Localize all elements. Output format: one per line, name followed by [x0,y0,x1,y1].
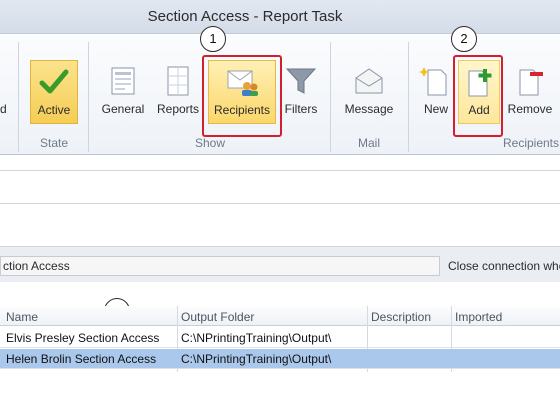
grid-header: Name Output Folder Description Imported [0,306,560,326]
filters-button[interactable]: Filters [280,60,322,124]
general-button[interactable]: General [98,60,148,124]
group-separator [408,42,409,152]
envelope-icon [355,68,383,94]
cell-output-folder: C:\NPrintingTraining\Output\ [181,331,332,345]
callout-number-1: 1 [200,26,226,52]
message-label: Message [344,102,394,116]
partial-button-label: d [0,102,7,116]
close-connection-label: Close connection whe [448,259,560,273]
window-title: Section Access - Report Task [147,8,343,25]
show-group-label: Show [194,136,226,150]
checkmark-icon [39,69,69,94]
remove-button[interactable]: Remove [503,60,557,124]
remove-label: Remove [507,102,553,116]
cell-output-folder: C:\NPrintingTraining\Output\ [181,352,332,366]
callout-number-2: 2 [451,26,477,52]
new-button[interactable]: New [416,60,456,124]
column-header-output-folder[interactable]: Output Folder [181,310,254,324]
message-button[interactable]: Message [338,60,400,124]
cell-name: Elvis Presley Section Access [6,331,160,345]
group-separator [88,42,89,152]
table-row-selected[interactable]: Helen Brolin Section Access C:\NPrinting… [0,349,560,369]
cell-name: Helen Brolin Section Access [6,352,157,366]
mail-group-label: Mail [357,136,380,150]
general-icon [111,67,135,95]
group-separator [18,42,19,152]
reports-button[interactable]: Reports [154,60,202,124]
filter-icon [285,68,317,94]
column-header-description[interactable]: Description [371,310,431,324]
active-label: Active [37,103,71,117]
connection-field[interactable]: ction Access [0,256,440,276]
column-header-imported[interactable]: Imported [455,310,502,324]
remove-icon [519,69,543,96]
table-row[interactable]: Elvis Presley Section Access C:\NPrintin… [0,328,560,348]
reports-icon [167,66,189,96]
recipients-group-label: Recipients [502,136,560,150]
new-icon [419,67,447,96]
active-button[interactable]: Active [30,60,78,124]
add-callout-box [453,55,503,137]
reports-label: Reports [156,102,200,116]
general-label: General [101,102,145,116]
state-group-label: State [39,136,69,150]
recipients-grid: Name Output Folder Description Imported … [0,306,560,420]
connection-row: ction Access Close connection whe [0,246,560,282]
group-separator [330,42,331,152]
new-label: New [423,102,448,116]
column-header-name[interactable]: Name [6,310,38,324]
recipients-callout-box [202,55,282,137]
toolbar-strip [0,170,560,204]
title-bar: Section Access - Report Task [0,0,560,34]
filters-label: Filters [284,102,318,116]
